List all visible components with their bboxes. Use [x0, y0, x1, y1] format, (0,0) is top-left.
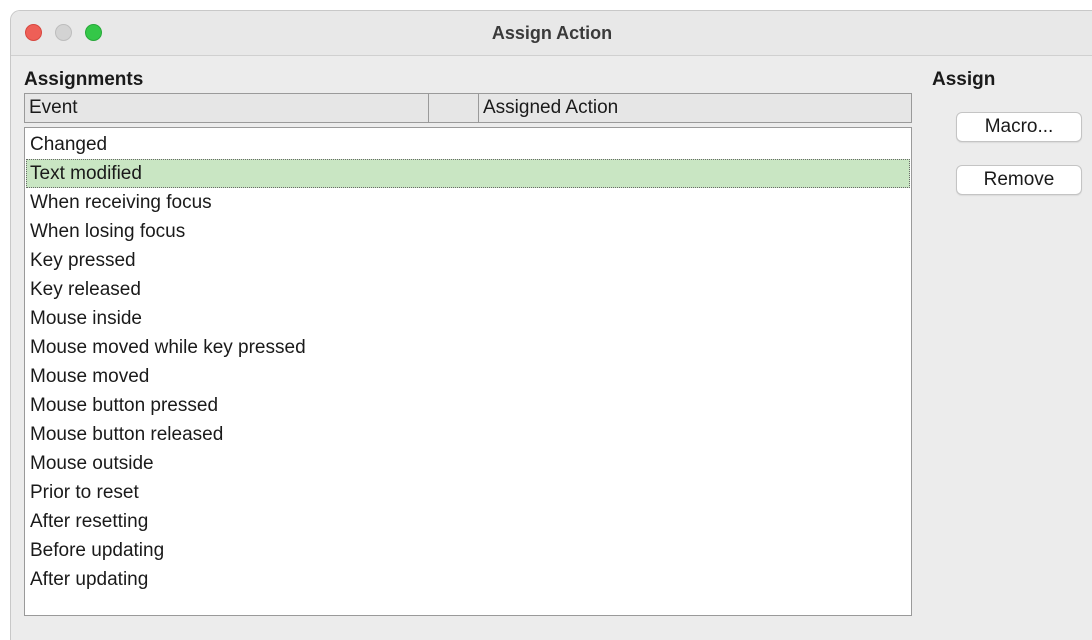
column-header-assigned-action[interactable]: Assigned Action	[479, 94, 911, 122]
event-row[interactable]: Mouse moved while key pressed	[26, 333, 910, 362]
assign-action-dialog: Assign Action Assignments Assign Event A…	[10, 10, 1092, 640]
event-row[interactable]: After updating	[26, 565, 910, 594]
remove-button[interactable]: Remove	[956, 165, 1082, 195]
event-row[interactable]: Key pressed	[26, 246, 910, 275]
event-row[interactable]: Mouse button pressed	[26, 391, 910, 420]
assignments-table-header: Event Assigned Action	[24, 93, 912, 123]
window-title: Assign Action	[491, 23, 613, 43]
event-row[interactable]: Mouse button released	[26, 420, 910, 449]
event-row[interactable]: Mouse inside	[26, 304, 910, 333]
event-row[interactable]: Prior to reset	[26, 478, 910, 507]
event-row[interactable]: When receiving focus	[26, 188, 910, 217]
event-row[interactable]: Text modified	[26, 159, 910, 188]
assignments-label: Assignments	[24, 69, 144, 90]
event-row[interactable]: After resetting	[26, 507, 910, 536]
macro-button[interactable]: Macro...	[956, 112, 1082, 142]
event-row[interactable]: Before updating	[26, 536, 910, 565]
assign-label: Assign	[932, 69, 996, 90]
title-bar: Assign Action	[11, 11, 1092, 56]
column-header-event[interactable]: Event	[25, 94, 429, 122]
event-list[interactable]: Changed Text modified When receiving focus…	[24, 127, 912, 616]
event-row[interactable]: Changed	[26, 130, 910, 159]
event-row[interactable]: Mouse outside	[26, 449, 910, 478]
event-row[interactable]: When losing focus	[26, 217, 910, 246]
event-row[interactable]: Key released	[26, 275, 910, 304]
column-header-blank[interactable]	[429, 94, 479, 122]
event-row[interactable]: Mouse moved	[26, 362, 910, 391]
